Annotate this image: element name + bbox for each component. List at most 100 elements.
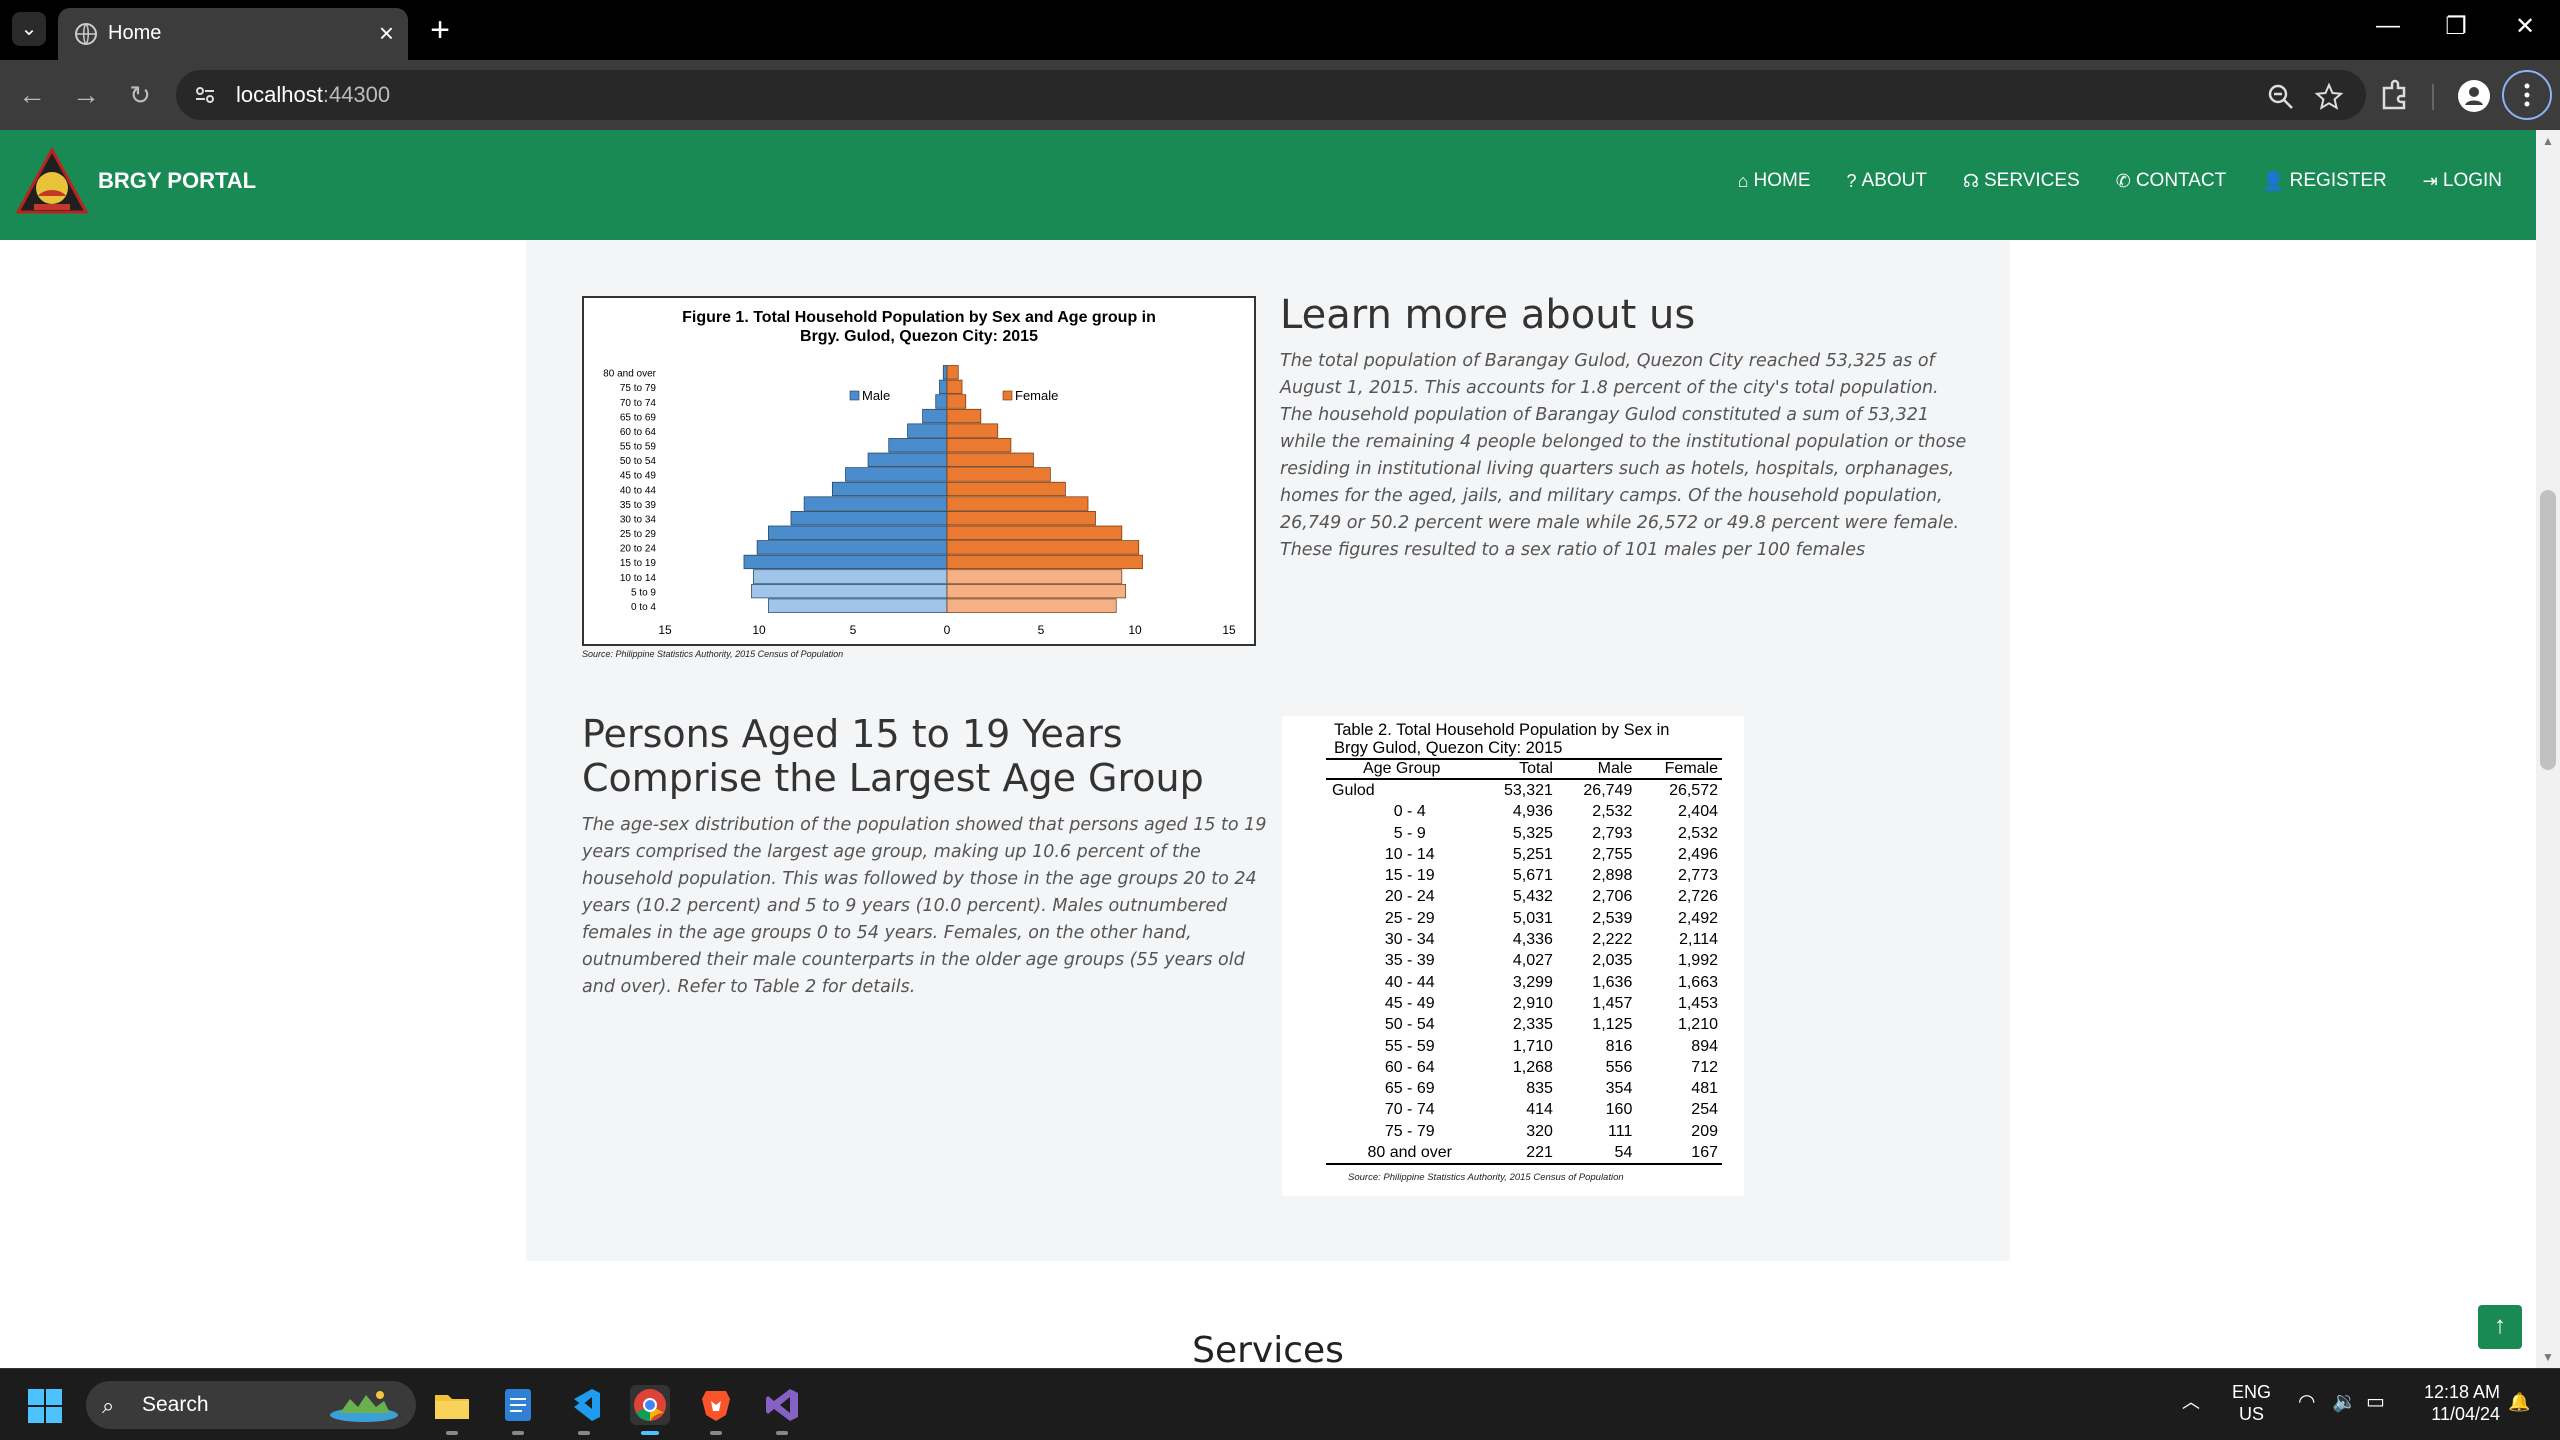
table-row: 80 and over 221 54 167 xyxy=(1326,1142,1722,1166)
scroll-down-arrow-icon[interactable]: ▼ xyxy=(2542,1350,2554,1364)
barangay-logo[interactable] xyxy=(14,146,90,222)
notification-bell-icon[interactable]: 🔔 xyxy=(2508,1391,2530,1413)
cell-age-group: 0 - 4 xyxy=(1393,803,1426,821)
windows-start-icon[interactable] xyxy=(28,1389,62,1423)
page-viewport: BRGY PORTAL ⌂ HOME ? ABOUT ☊ SERVICES ✆ CONT… xyxy=(0,130,2536,1368)
volume-icon[interactable]: 🔉 xyxy=(2332,1391,2357,1413)
table-row: 10 - 14 5,251 2,755 2,496 xyxy=(1326,844,1722,865)
windows-taskbar: ⌕ Search ︿ ENG US ◠ 🔉 ▭ 12:18 AM 11/04/2… xyxy=(0,1368,2560,1440)
cell-total: 5,251 xyxy=(1512,845,1553,863)
table-row: 70 - 74 414 160 254 xyxy=(1326,1099,1722,1120)
brand-name[interactable]: BRGY PORTAL xyxy=(98,168,256,194)
tab-close-icon[interactable]: × xyxy=(379,18,394,49)
male-bar xyxy=(939,379,948,395)
y-tick-label: 80 and over xyxy=(603,369,656,380)
cell-female: 1,453 xyxy=(1677,994,1718,1012)
cell-male: 2,898 xyxy=(1592,867,1633,885)
page-scrollbar[interactable]: ▲ ▼ xyxy=(2536,130,2560,1368)
y-tick-label: 25 to 29 xyxy=(620,529,657,540)
table-row: 20 - 24 5,432 2,706 2,726 xyxy=(1326,886,1722,907)
language-indicator[interactable]: ENG US xyxy=(2232,1381,2271,1425)
population-pyramid-figure: Figure 1. Total Household Population by … xyxy=(582,296,1256,646)
back-to-top-button[interactable]: ↑ xyxy=(2478,1305,2522,1349)
female-bar xyxy=(946,423,999,438)
site-settings-icon[interactable] xyxy=(194,84,216,106)
browser-tab-bar: ⌄ Home × + — ❐ ✕ xyxy=(0,0,2560,60)
learn-more-title: Learn more about us xyxy=(1280,292,1696,338)
female-bar xyxy=(946,467,1051,482)
cell-female: 2,773 xyxy=(1677,867,1718,885)
nav-services[interactable]: ☊ SERVICES xyxy=(1963,170,2080,192)
cell-total: 4,936 xyxy=(1512,803,1553,821)
back-icon[interactable]: ← xyxy=(12,76,52,116)
menu-button[interactable] xyxy=(2502,70,2552,120)
cell-male: 2,532 xyxy=(1592,803,1633,821)
cell-male: 26,749 xyxy=(1583,782,1633,799)
y-tick-label: 55 to 59 xyxy=(620,442,657,453)
female-bar xyxy=(946,379,963,395)
y-tick-label: 70 to 74 xyxy=(620,398,657,409)
clock-date: 11/04/24 xyxy=(2431,1404,2500,1424)
female-bar xyxy=(946,583,1126,599)
nav-register[interactable]: 👤 REGISTER xyxy=(2262,170,2387,192)
battery-icon[interactable]: ▭ xyxy=(2366,1391,2385,1413)
male-bar xyxy=(888,438,948,453)
visual-studio-icon[interactable] xyxy=(762,1385,802,1435)
zoom-icon[interactable] xyxy=(2266,82,2296,112)
wifi-icon[interactable]: ◠ xyxy=(2298,1391,2315,1413)
cell-male: 2,539 xyxy=(1592,909,1633,927)
bookmark-star-icon[interactable] xyxy=(2314,82,2344,112)
taskbar-search[interactable]: ⌕ Search xyxy=(86,1381,416,1429)
tab-search-chevron-icon[interactable]: ⌄ xyxy=(12,12,46,46)
brave-icon[interactable] xyxy=(696,1385,736,1435)
nav-register-label: REGISTER xyxy=(2289,170,2387,191)
female-bar xyxy=(946,569,1123,584)
x-tick-label: 10 xyxy=(1128,623,1142,637)
minimize-icon[interactable]: — xyxy=(2368,12,2408,40)
cell-female: 1,663 xyxy=(1677,973,1718,991)
clock[interactable]: 12:18 AM 11/04/24 xyxy=(2414,1381,2500,1425)
site-navbar: BRGY PORTAL ⌂ HOME ? ABOUT ☊ SERVICES ✆ CONT… xyxy=(0,130,2536,240)
browser-tab[interactable]: Home × xyxy=(58,8,408,60)
nav-home[interactable]: ⌂ HOME xyxy=(1738,170,1811,192)
extensions-icon[interactable] xyxy=(2376,78,2412,114)
table-row: 45 - 49 2,910 1,457 1,453 xyxy=(1326,993,1722,1014)
address-bar[interactable]: localhost:44300 xyxy=(176,70,2366,120)
home-icon: ⌂ xyxy=(1737,170,1749,191)
y-tick-label: 15 to 19 xyxy=(620,558,657,569)
cell-total: 3,299 xyxy=(1512,973,1553,991)
cell-female: 254 xyxy=(1691,1101,1718,1119)
x-tick-label: 5 xyxy=(850,623,857,637)
nav-login[interactable]: ⇥ LOGIN xyxy=(2423,170,2502,192)
cell-total: 221 xyxy=(1477,1142,1557,1166)
table-row: 60 - 64 1,268 556 712 xyxy=(1326,1057,1722,1078)
notepad-icon[interactable] xyxy=(498,1385,538,1435)
cell-age-group: 10 - 14 xyxy=(1384,845,1435,863)
cell-age-group: 5 - 9 xyxy=(1393,824,1426,842)
table-row: 30 - 34 4,336 2,222 2,114 xyxy=(1326,929,1722,950)
table-caption-line2: Brgy Gulod, Quezon City: 2015 xyxy=(1334,739,1563,757)
scroll-up-arrow-icon[interactable]: ▲ xyxy=(2542,134,2554,148)
vscode-icon[interactable] xyxy=(564,1385,604,1435)
tray-chevron-icon[interactable]: ︿ xyxy=(2182,1391,2200,1413)
cell-age-group: Gulod xyxy=(1332,782,1375,799)
cell-female: 1,210 xyxy=(1677,1016,1718,1034)
nav-about[interactable]: ? ABOUT xyxy=(1847,170,1927,192)
nav-contact[interactable]: ✆ CONTACT xyxy=(2116,170,2227,192)
female-bar xyxy=(946,496,1089,511)
scroll-thumb[interactable] xyxy=(2540,490,2556,770)
table-row: 40 - 44 3,299 1,636 1,663 xyxy=(1326,972,1722,993)
new-tab-icon[interactable]: + xyxy=(420,8,460,52)
forward-icon[interactable]: → xyxy=(66,76,106,116)
header-age-group: Age Group xyxy=(1326,758,1478,780)
male-bar xyxy=(751,583,948,599)
chrome-icon[interactable] xyxy=(630,1385,670,1435)
restore-icon[interactable]: ❐ xyxy=(2436,12,2476,41)
file-explorer-icon[interactable] xyxy=(432,1385,472,1435)
profile-icon[interactable] xyxy=(2456,78,2492,114)
close-window-icon[interactable]: ✕ xyxy=(2505,12,2545,41)
table-row: 0 - 4 4,936 2,532 2,404 xyxy=(1326,801,1722,822)
learn-more-text: The total population of Barangay Gulod, … xyxy=(1280,351,1967,560)
reload-icon[interactable]: ↻ xyxy=(120,76,160,116)
y-tick-label: 35 to 39 xyxy=(620,500,657,511)
